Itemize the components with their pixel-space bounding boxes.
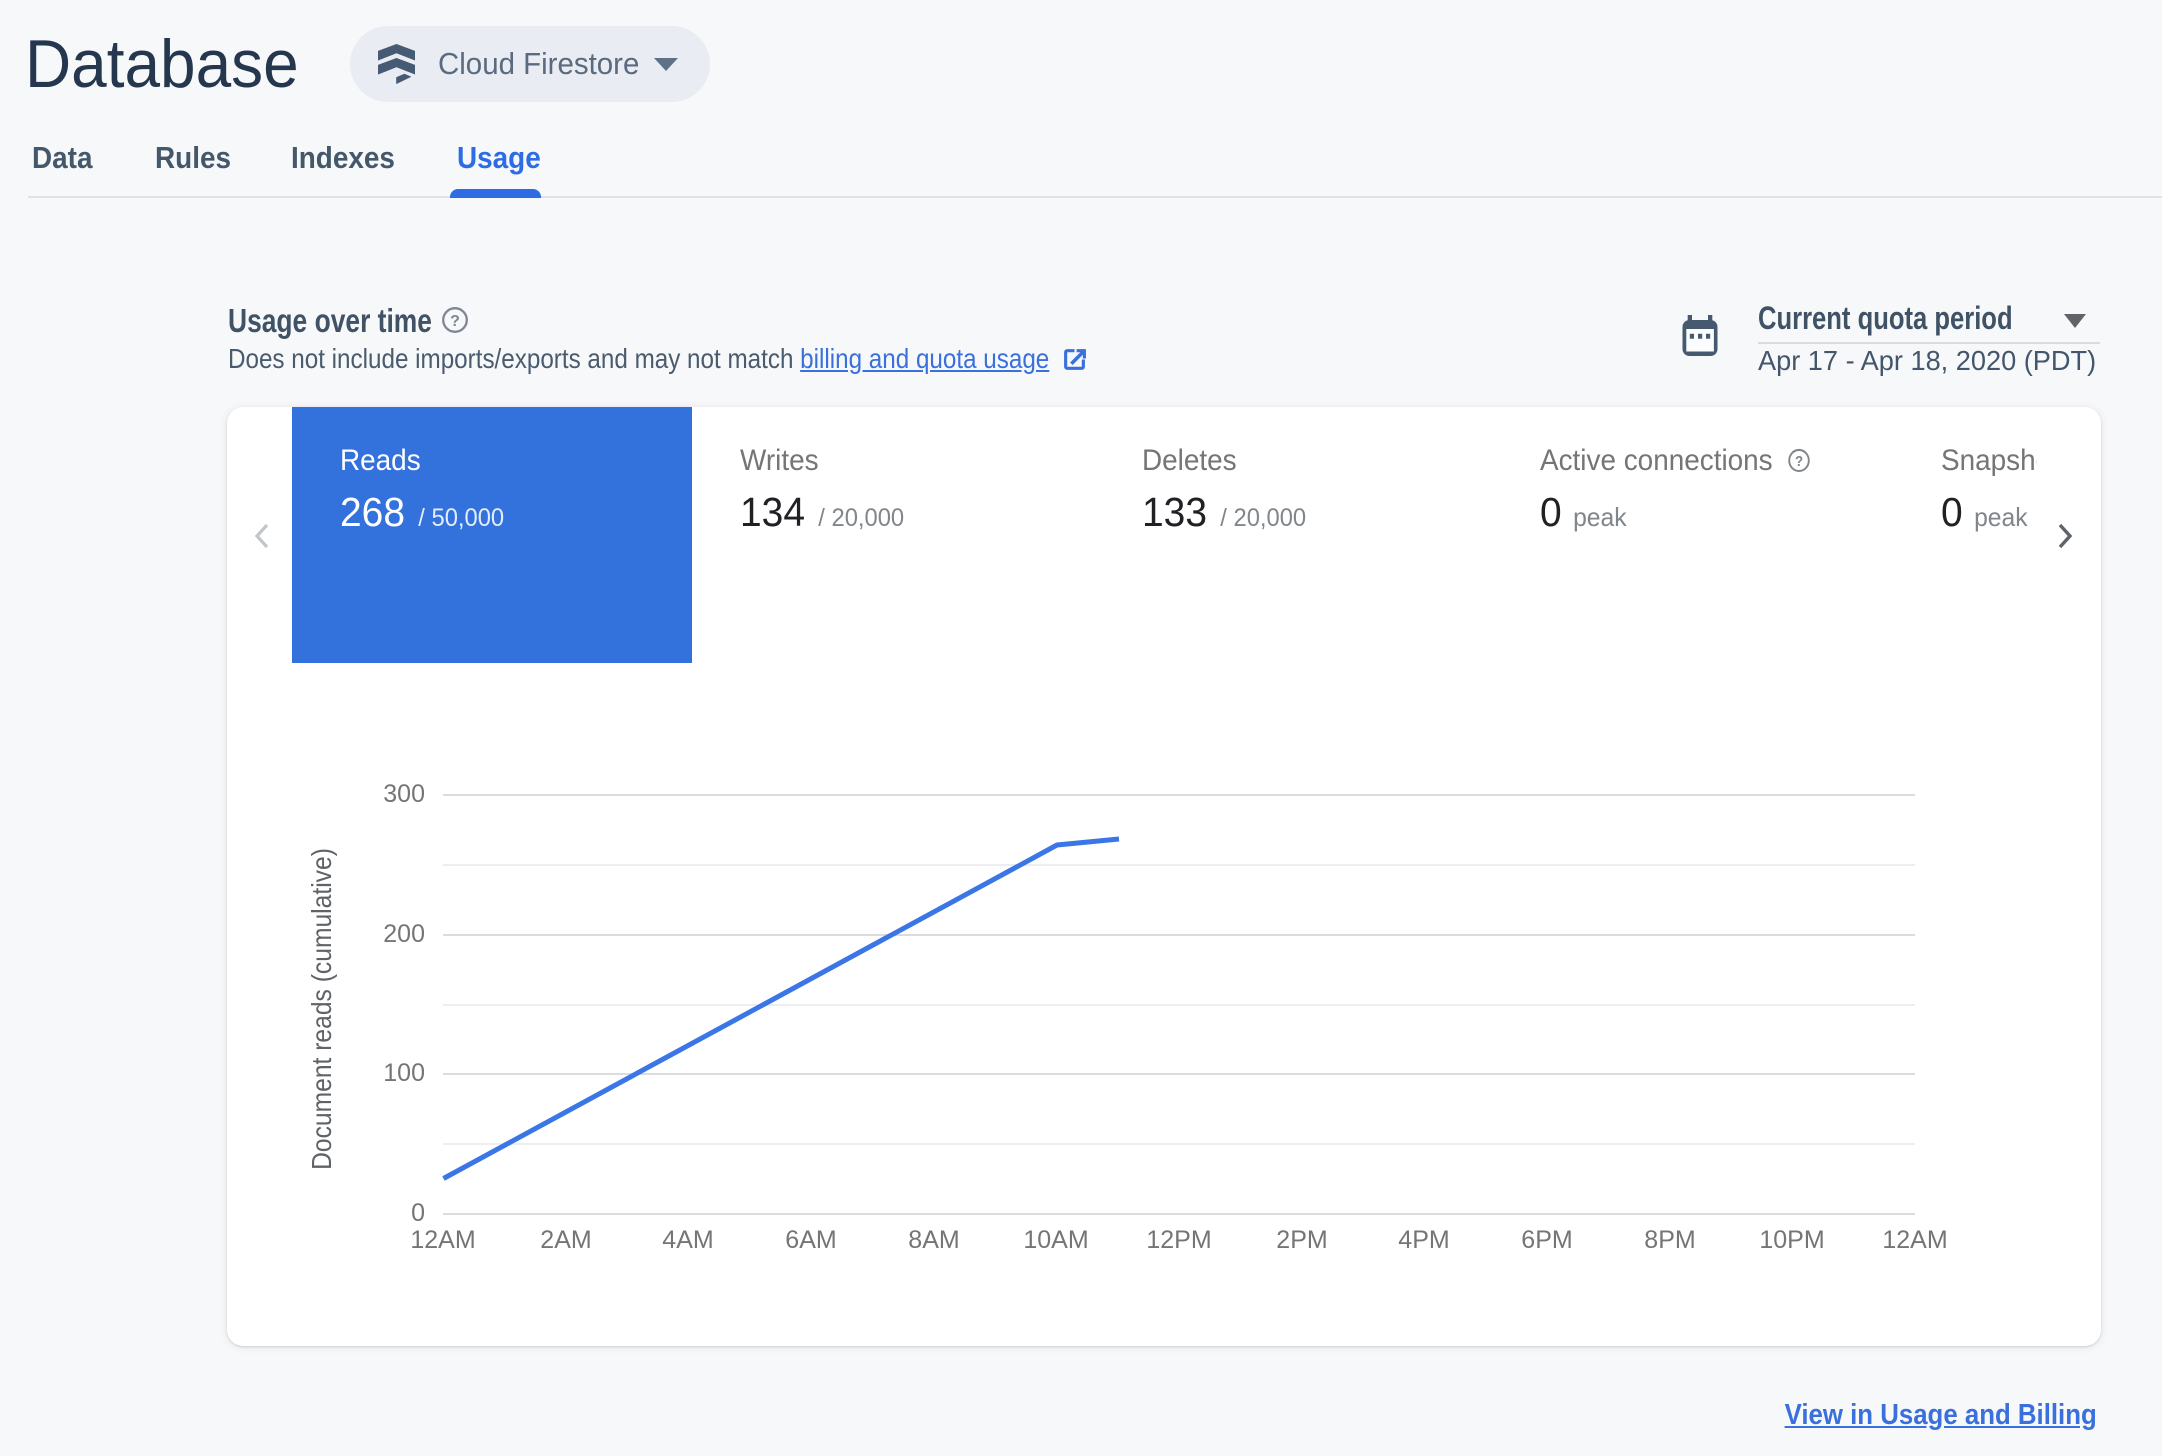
svg-text:?: ? xyxy=(450,313,460,330)
